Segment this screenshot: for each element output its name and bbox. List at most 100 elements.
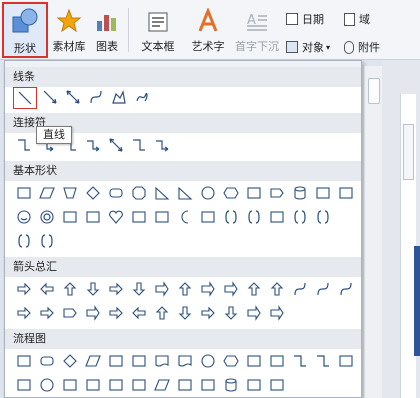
arrow-icon[interactable] (39, 87, 60, 107)
up-arrow-callout-icon[interactable] (151, 303, 172, 323)
down-arrow-icon[interactable] (82, 279, 103, 299)
curved-arrow-connector-icon[interactable] (151, 135, 172, 155)
rectangle-icon[interactable] (13, 183, 34, 203)
left-right-arrow-icon[interactable] (105, 279, 126, 299)
double-bracket-icon[interactable] (220, 207, 241, 227)
trapezoid-icon[interactable] (59, 183, 80, 203)
direct-access-storage-icon[interactable] (243, 375, 264, 395)
terminator-icon[interactable] (197, 351, 218, 371)
left-right-up-arrow-icon[interactable] (174, 279, 195, 299)
date-button[interactable]: 日期 (286, 10, 324, 28)
can-icon[interactable] (289, 183, 310, 203)
donut-icon[interactable] (36, 207, 57, 227)
summing-junction-icon[interactable] (13, 375, 34, 395)
moon-icon[interactable] (174, 207, 195, 227)
textbox-button[interactable]: 文本框 (132, 2, 184, 58)
no-symbol-icon[interactable] (59, 207, 80, 227)
sun-icon[interactable] (151, 207, 172, 227)
arc-icon[interactable] (197, 207, 218, 227)
pentagon-icon[interactable] (266, 183, 287, 203)
panel-scrollbar-thumb[interactable] (368, 78, 380, 104)
left-up-arrow-icon[interactable] (243, 279, 264, 299)
object-button[interactable]: 对象 ▾ (286, 38, 330, 56)
curve-icon[interactable] (85, 87, 106, 107)
elbow-arrow-connector-icon[interactable] (82, 135, 103, 155)
predefined-process-icon[interactable] (105, 351, 126, 371)
curved-right-arrow-icon[interactable] (289, 279, 310, 299)
rounded-rectangle-icon[interactable] (105, 183, 126, 203)
cube-icon[interactable] (312, 183, 333, 203)
sort-icon[interactable] (82, 375, 103, 395)
elbow-double-arrow-connector-icon[interactable] (105, 135, 126, 155)
right-arrow-callout-icon[interactable] (105, 303, 126, 323)
curved-left-arrow-icon[interactable] (312, 279, 333, 299)
shape-button[interactable]: 形状 (2, 2, 48, 58)
alternate-process-icon[interactable] (36, 351, 57, 371)
preparation-icon[interactable] (220, 351, 241, 371)
bent-arrow-icon[interactable] (197, 279, 218, 299)
panel-scrollbar[interactable] (364, 66, 382, 398)
left-brace-icon[interactable] (13, 231, 34, 251)
attachment-button[interactable]: 附件 (344, 38, 380, 56)
up-down-arrow-icon[interactable] (128, 279, 149, 299)
collate-icon[interactable] (59, 375, 80, 395)
cross-icon[interactable] (243, 183, 264, 203)
magnetic-disk-icon[interactable] (220, 375, 241, 395)
left-arrow-callout-icon[interactable] (128, 303, 149, 323)
offpage-connector-icon[interactable] (312, 351, 333, 371)
left-bracket-icon[interactable] (289, 207, 310, 227)
document-icon[interactable] (151, 351, 172, 371)
curved-up-arrow-icon[interactable] (335, 279, 356, 299)
hexagon-icon[interactable] (220, 183, 241, 203)
quad-arrow-icon[interactable] (151, 279, 172, 299)
bevel-icon[interactable] (335, 183, 356, 203)
document-scrollbar-thumb[interactable] (403, 124, 414, 180)
scribble-icon[interactable] (131, 87, 152, 107)
double-arrow-icon[interactable] (62, 87, 83, 107)
chevron-icon[interactable] (82, 303, 103, 323)
right-triangle-icon[interactable] (174, 183, 195, 203)
right-bracket-icon[interactable] (312, 207, 333, 227)
right-arrow-icon[interactable] (13, 279, 34, 299)
or-icon[interactable] (36, 375, 57, 395)
curved-down-arrow-icon[interactable] (358, 279, 361, 299)
left-right-arrow-callout-icon[interactable] (197, 303, 218, 323)
right-brace-icon[interactable] (36, 231, 57, 251)
down-arrow-callout-icon[interactable] (174, 303, 195, 323)
sequential-access-storage-icon[interactable] (197, 375, 218, 395)
wordart-button[interactable]: 艺术字 (186, 2, 230, 58)
decision-icon[interactable] (59, 351, 80, 371)
material-library-button[interactable]: 素材库 (50, 2, 88, 58)
extract-icon[interactable] (105, 375, 126, 395)
straight-connector-icon[interactable] (13, 135, 34, 155)
diamond-icon[interactable] (82, 183, 103, 203)
bent-up-arrow-icon[interactable] (266, 279, 287, 299)
manual-operation-icon[interactable] (266, 351, 287, 371)
line-icon[interactable] (13, 87, 37, 109)
up-arrow-icon[interactable] (59, 279, 80, 299)
circular-arrow-icon[interactable] (266, 303, 287, 323)
left-arrow-icon[interactable] (36, 279, 57, 299)
card-icon[interactable] (335, 351, 356, 371)
field-button[interactable]: 域 (344, 10, 370, 28)
triangle-icon[interactable] (151, 183, 172, 203)
punched-tape-icon[interactable] (358, 351, 361, 371)
lightning-icon[interactable] (128, 207, 149, 227)
curved-connector-icon[interactable] (128, 135, 149, 155)
merge-icon[interactable] (128, 375, 149, 395)
chart-button[interactable]: 图表 (90, 2, 124, 58)
internal-storage-icon[interactable] (128, 351, 149, 371)
u-turn-arrow-icon[interactable] (220, 279, 241, 299)
process-icon[interactable] (13, 351, 34, 371)
heart-icon[interactable] (105, 207, 126, 227)
data-icon[interactable] (82, 351, 103, 371)
pentagon-arrow-icon[interactable] (59, 303, 80, 323)
up-down-arrow-callout-icon[interactable] (220, 303, 241, 323)
parallelogram-icon[interactable] (36, 183, 57, 203)
display-icon[interactable] (266, 375, 287, 395)
block-arc-icon[interactable] (82, 207, 103, 227)
striped-right-arrow-icon[interactable] (13, 303, 34, 323)
connector-icon[interactable] (289, 351, 310, 371)
quad-arrow-callout-icon[interactable] (243, 303, 264, 323)
plaque-icon[interactable] (266, 207, 287, 227)
